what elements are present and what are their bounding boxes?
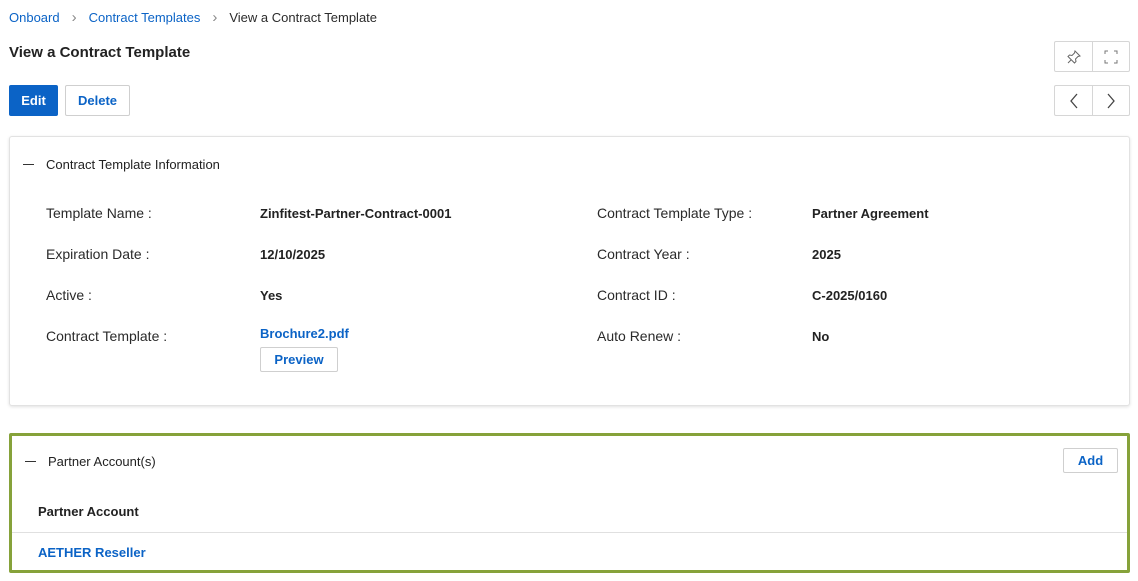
breadcrumb: Onboard › Contract Templates › View a Co… [9,9,377,25]
column-header-partner-account: Partner Account [38,504,139,519]
expand-icon[interactable] [1092,42,1129,71]
template-name-label: Template Name : [46,205,152,221]
view-options-group [1054,41,1130,72]
template-type-label: Contract Template Type : [597,205,753,221]
auto-renew-value: No [812,329,830,344]
panel-header[interactable]: Partner Account(s) [25,454,156,469]
page-title: View a Contract Template [9,44,191,61]
preview-button[interactable]: Preview [260,347,338,372]
auto-renew-label: Auto Renew : [597,328,682,344]
contract-year-value: 2025 [812,247,841,262]
divider [12,532,1127,533]
edit-button[interactable]: Edit [9,85,58,116]
chevron-right-icon: › [71,8,77,26]
breadcrumb-link-contract-templates[interactable]: Contract Templates [89,10,201,25]
template-type-value: Partner Agreement [812,206,929,221]
breadcrumb-link-onboard[interactable]: Onboard [9,10,60,25]
delete-button[interactable]: Delete [65,85,130,116]
contract-template-file-link[interactable]: Brochure2.pdf [260,326,349,341]
table-row[interactable]: AETHER Reseller [38,545,146,560]
active-value: Yes [260,288,283,303]
contract-template-label: Contract Template : [46,328,168,344]
panel-title: Contract Template Information [46,157,220,172]
contract-id-label: Contract ID : [597,287,676,303]
contract-year-label: Contract Year : [597,246,690,262]
breadcrumb-current: View a Contract Template [229,9,378,25]
expiration-date-label: Expiration Date : [46,246,150,262]
chevron-right-icon: › [212,8,218,26]
panel-header[interactable]: Contract Template Information [23,157,220,172]
collapse-icon[interactable] [23,163,34,166]
add-partner-button[interactable]: Add [1063,448,1118,473]
partner-accounts-panel: Partner Account(s) Add Partner Account A… [9,433,1130,573]
expiration-date-value: 12/10/2025 [260,247,326,262]
active-label: Active : [46,287,92,303]
contract-id-value: C-2025/0160 [812,288,888,303]
pin-icon[interactable] [1055,42,1092,71]
panel-title: Partner Account(s) [48,454,156,469]
template-name-value: Zinfitest-Partner-Contract-0001 [260,206,452,221]
collapse-icon[interactable] [25,460,36,463]
chevron-right-icon[interactable] [1092,86,1129,115]
contract-template-info-panel: Contract Template Information Template N… [9,136,1130,406]
record-navigation [1054,85,1130,116]
chevron-left-icon[interactable] [1055,86,1092,115]
